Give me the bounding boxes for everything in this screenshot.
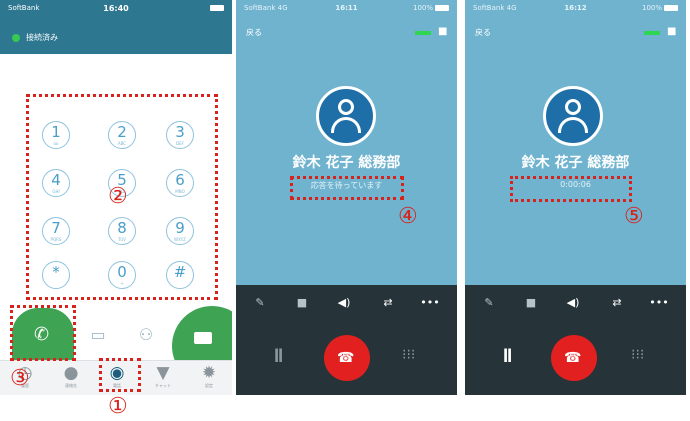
tab-settings[interactable]: ✹ 設定 [186, 363, 232, 389]
annotation-1: ① [108, 394, 128, 419]
camera-icon[interactable]: ■ [521, 296, 541, 309]
screen-share-icon[interactable]: ▭ [88, 325, 108, 344]
hang-up-button[interactable]: ☎ [551, 335, 597, 381]
battery-icon [435, 5, 449, 11]
phone-tab-highlight [99, 358, 141, 392]
settings-icon: ✹ [201, 363, 217, 383]
call-top-bar: 戻る ■ [236, 22, 457, 44]
annotation-4: ④ [398, 204, 418, 229]
speaker-icon[interactable]: ◀) [563, 296, 583, 309]
back-button[interactable]: 戻る [475, 27, 491, 38]
battery-indicator: 100% [642, 4, 678, 12]
call-button-highlight [10, 305, 76, 361]
transfer-icon[interactable]: ⇄ [378, 296, 398, 309]
annotation-3: ③ [10, 366, 30, 391]
signal-quality-icon [415, 31, 431, 35]
more-icon[interactable]: ••• [649, 296, 669, 309]
caller-name: 鈴木 花子 総務部 [521, 155, 630, 171]
tab-contacts[interactable]: ● 連絡先 [48, 363, 94, 389]
transfer-icon[interactable]: ⇄ [607, 296, 627, 309]
clock: 16:40 [103, 4, 129, 13]
mute-icon[interactable]: ✎ [250, 296, 270, 309]
signal-quality-icon [644, 31, 660, 35]
speaker-icon[interactable]: ◀) [334, 296, 354, 309]
video-icon [194, 332, 212, 344]
call-controls: ✎ ■ ◀) ⇄ ••• ǁ ☎ ⁝⁝⁝ [236, 285, 457, 395]
annotation-5: ⑤ [624, 204, 644, 229]
battery-indicator: 100% [413, 4, 449, 12]
more-icon[interactable]: ••• [420, 296, 440, 309]
avatar [316, 86, 376, 146]
tab-chat[interactable]: ▼ チャット [140, 363, 186, 389]
avatar [543, 86, 603, 146]
annotation-2: ② [108, 184, 128, 209]
hold-icon[interactable]: ǁ [503, 348, 517, 362]
dialpad-icon[interactable]: ⁝⁝⁝ [402, 347, 418, 363]
dialpad-icon[interactable]: ⁝⁝⁝ [631, 347, 647, 363]
lock-icon: ■ [438, 26, 448, 37]
hang-up-icon: ☎ [564, 350, 582, 366]
connection-label: 接続済み [26, 33, 58, 42]
chat-icon: ▼ [156, 363, 170, 383]
status-text-highlight [290, 176, 404, 200]
battery-icon [664, 5, 678, 11]
status-bar: SoftBank 4G 16:11 100% [236, 0, 457, 18]
lock-icon: ■ [667, 26, 677, 37]
camera-icon[interactable]: ■ [292, 296, 312, 309]
hang-up-button[interactable]: ☎ [324, 335, 370, 381]
hang-up-icon: ☎ [337, 350, 355, 366]
battery-icon [208, 4, 224, 12]
mute-icon[interactable]: ✎ [479, 296, 499, 309]
caller-name: 鈴木 花子 総務部 [292, 155, 401, 171]
back-button[interactable]: 戻る [246, 27, 262, 38]
contacts-icon: ● [63, 363, 79, 383]
conference-icon[interactable]: ⚇ [136, 325, 156, 344]
connected-dot-icon [12, 34, 20, 42]
call-top-bar: 戻る ■ [465, 22, 686, 44]
duration-highlight [510, 176, 632, 202]
status-bar: SoftBank 4G 16:12 100% [465, 0, 686, 18]
hold-icon[interactable]: ǁ [274, 348, 288, 362]
status-bar: SoftBank 16:40 [0, 0, 232, 22]
call-controls: ✎ ■ ◀) ⇄ ••• ǁ ☎ ⁝⁝⁝ [465, 285, 686, 395]
connection-status: 接続済み [0, 22, 232, 54]
